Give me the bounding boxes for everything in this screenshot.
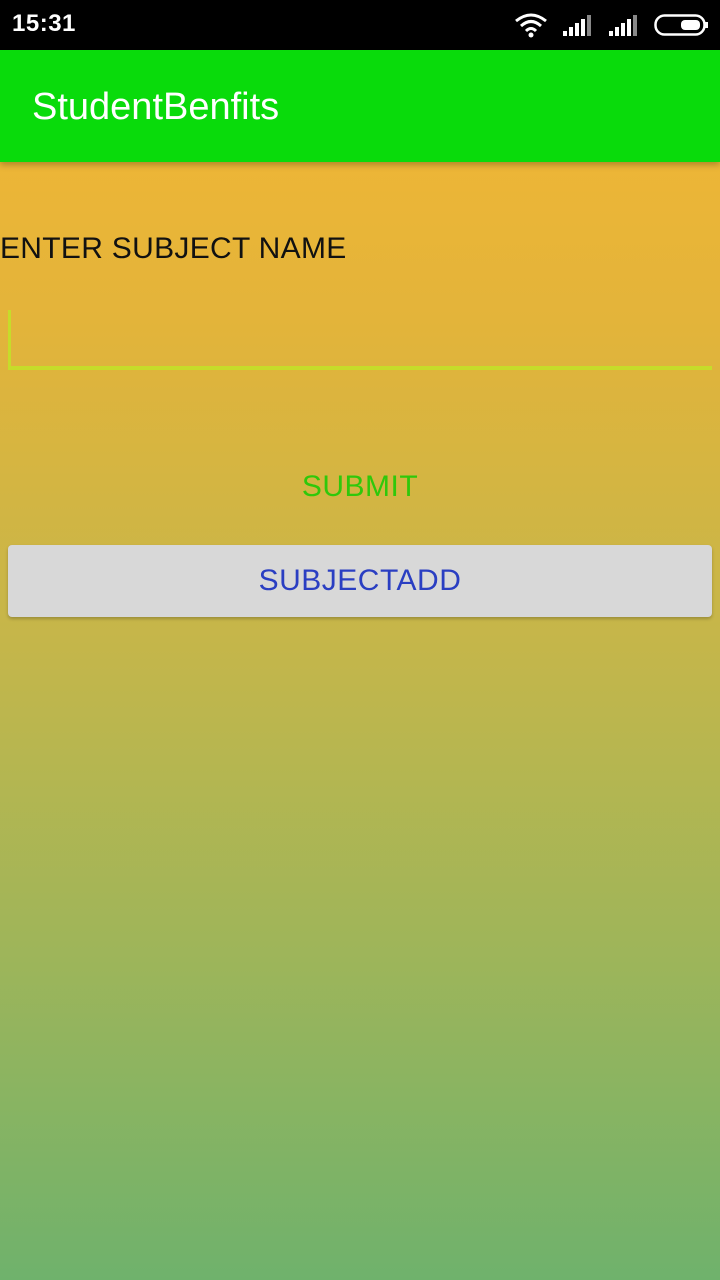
wifi-icon — [514, 12, 548, 38]
status-bar: 15:31 — [0, 0, 720, 50]
subject-name-input[interactable] — [8, 300, 712, 370]
app-screen: 15:31 StudentBenfits ENTER SUBJECT NAME … — [0, 0, 720, 1280]
subjectadd-button[interactable]: SUBJECTADD — [8, 545, 712, 617]
submit-button[interactable]: SUBMIT — [250, 460, 470, 514]
text-cursor — [8, 310, 11, 366]
battery-icon — [654, 13, 710, 37]
subject-name-label: ENTER SUBJECT NAME — [0, 232, 347, 265]
signal-icon — [562, 13, 594, 37]
status-time: 15:31 — [12, 10, 76, 37]
status-icons — [514, 12, 710, 38]
app-bar: StudentBenfits — [0, 50, 720, 162]
app-title: StudentBenfits — [32, 86, 280, 128]
signal-icon — [608, 13, 640, 37]
subject-name-field — [8, 300, 712, 374]
